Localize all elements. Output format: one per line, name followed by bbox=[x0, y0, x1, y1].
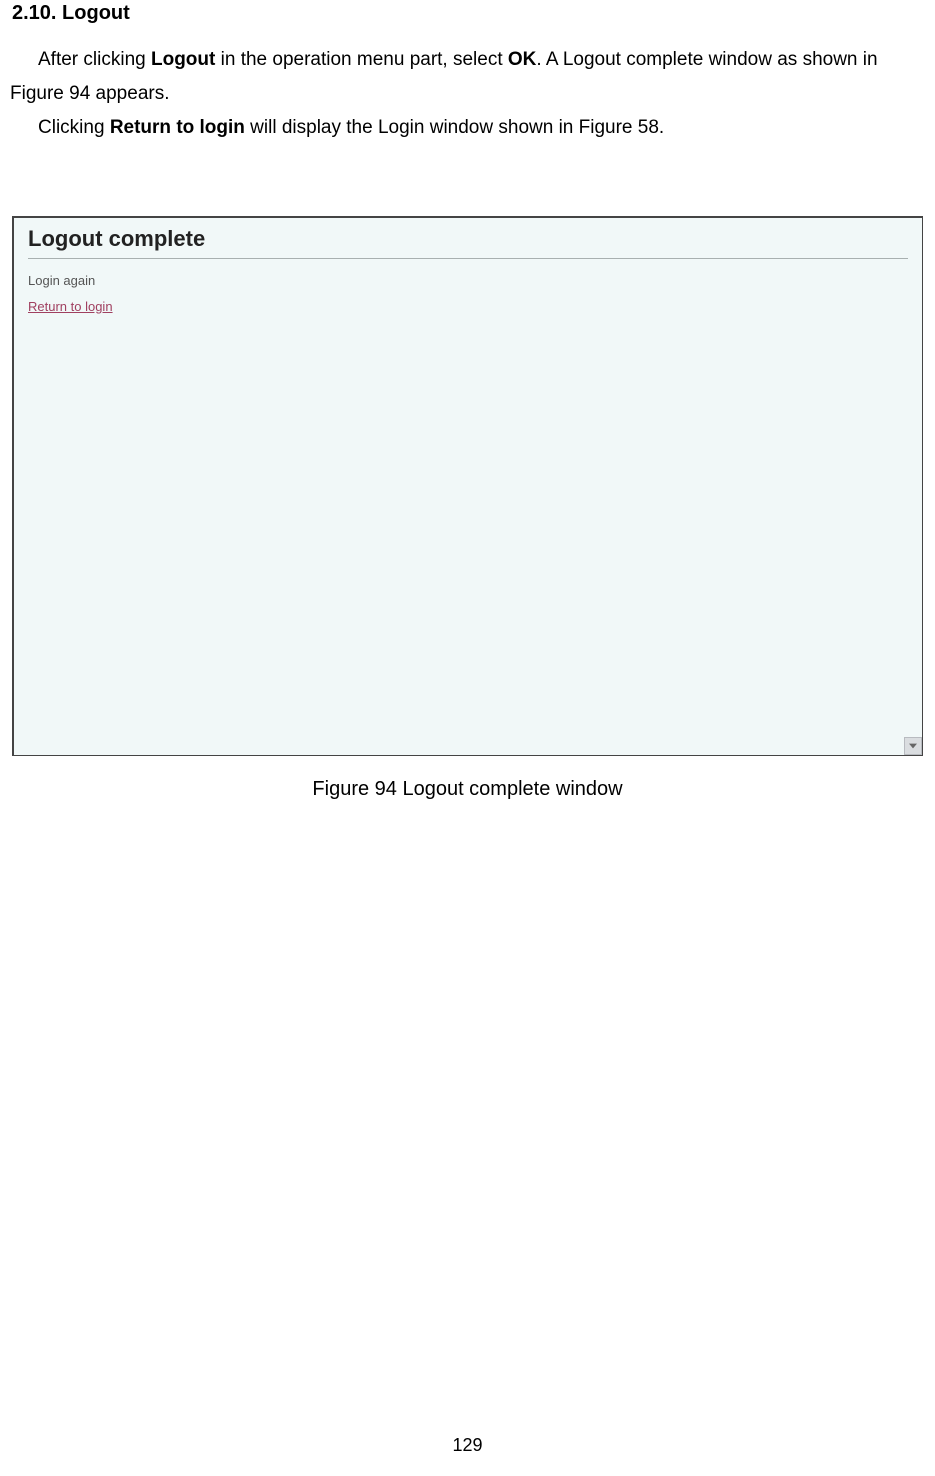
para1-text-pre: After clicking bbox=[38, 49, 151, 70]
section-heading: 2.10. Logout bbox=[10, 0, 925, 25]
paragraph-1: After clicking Logout in the operation m… bbox=[10, 43, 925, 111]
paragraph-2: Clicking Return to login will display th… bbox=[10, 111, 925, 145]
para2-text-post: will display the Login window shown in F… bbox=[245, 117, 664, 138]
screenshot-frame: Logout complete Login again Return to lo… bbox=[12, 216, 923, 756]
figure-container: Logout complete Login again Return to lo… bbox=[10, 216, 925, 801]
para2-bold-return: Return to login bbox=[110, 117, 245, 138]
para2-text-pre: Clicking bbox=[38, 117, 110, 138]
para1-bold-ok: OK bbox=[508, 49, 537, 70]
login-again-label: Login again bbox=[28, 273, 908, 288]
figure-caption: Figure 94 Logout complete window bbox=[12, 778, 923, 801]
screenshot-content: Logout complete Login again Return to lo… bbox=[14, 218, 922, 755]
page-number: 129 bbox=[0, 1435, 935, 1456]
logout-complete-title: Logout complete bbox=[28, 226, 908, 252]
divider-line bbox=[28, 258, 908, 259]
para1-text-mid: in the operation menu part, select bbox=[215, 49, 508, 70]
para1-bold-logout: Logout bbox=[151, 49, 215, 70]
chevron-down-icon bbox=[909, 743, 917, 749]
scrollbar-down-button[interactable] bbox=[904, 737, 922, 755]
return-to-login-link[interactable]: Return to login bbox=[28, 299, 113, 314]
